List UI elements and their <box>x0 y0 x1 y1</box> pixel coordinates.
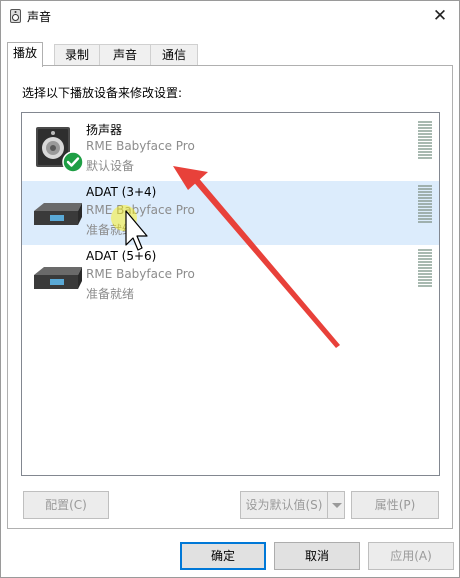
close-button[interactable]: ✕ <box>425 2 455 30</box>
device-list[interactable]: 扬声器 RME Babyface Pro 默认设备 ADAT (3+4) RME… <box>21 112 440 476</box>
sound-dialog: 声音 ✕ 播放 录制 声音 通信 选择以下播放设备来修改设置: 扬声器 RME … <box>0 0 460 578</box>
device-status: 准备就绪 <box>86 287 135 301</box>
device-status: 准备就绪 <box>86 223 135 237</box>
device-item-adat-5-6[interactable]: ADAT (5+6) RME Babyface Pro 准备就绪 <box>22 245 439 309</box>
level-meter <box>418 249 432 289</box>
speaker-title-icon <box>10 9 21 23</box>
tab-playback[interactable]: 播放 <box>7 42 43 67</box>
ok-button[interactable]: 确定 <box>180 542 266 570</box>
device-item-speakers[interactable]: 扬声器 RME Babyface Pro 默认设备 <box>22 117 439 181</box>
device-name: ADAT (5+6) <box>86 249 157 263</box>
configure-button[interactable]: 配置(C) <box>23 491 109 519</box>
properties-button[interactable]: 属性(P) <box>351 491 439 519</box>
device-description: RME Babyface Pro <box>86 139 195 153</box>
cancel-button[interactable]: 取消 <box>274 542 360 570</box>
set-default-dropdown-arrow[interactable] <box>327 491 345 519</box>
digital-output-icon <box>34 267 82 289</box>
tab-communications[interactable]: 通信 <box>150 44 198 66</box>
device-name: 扬声器 <box>86 123 123 137</box>
device-status: 默认设备 <box>86 159 135 173</box>
default-check-icon <box>62 151 84 173</box>
playback-panel: 选择以下播放设备来修改设置: 扬声器 RME Babyface Pro 默认设备… <box>7 65 453 529</box>
set-default-button[interactable]: 设为默认值(S) <box>240 491 328 519</box>
tab-recording[interactable]: 录制 <box>54 44 100 66</box>
title-bar[interactable]: 声音 ✕ <box>1 1 459 31</box>
device-item-adat-3-4[interactable]: ADAT (3+4) RME Babyface Pro 准备就绪 <box>22 181 439 245</box>
instruction-text: 选择以下播放设备来修改设置: <box>22 86 183 100</box>
device-description: RME Babyface Pro <box>86 203 195 217</box>
device-description: RME Babyface Pro <box>86 267 195 281</box>
window-title: 声音 <box>27 10 52 24</box>
level-meter <box>418 121 432 161</box>
digital-output-icon <box>34 203 82 225</box>
apply-button[interactable]: 应用(A) <box>368 542 454 570</box>
tab-sounds[interactable]: 声音 <box>99 44 151 66</box>
device-name: ADAT (3+4) <box>86 185 157 199</box>
level-meter <box>418 185 432 225</box>
